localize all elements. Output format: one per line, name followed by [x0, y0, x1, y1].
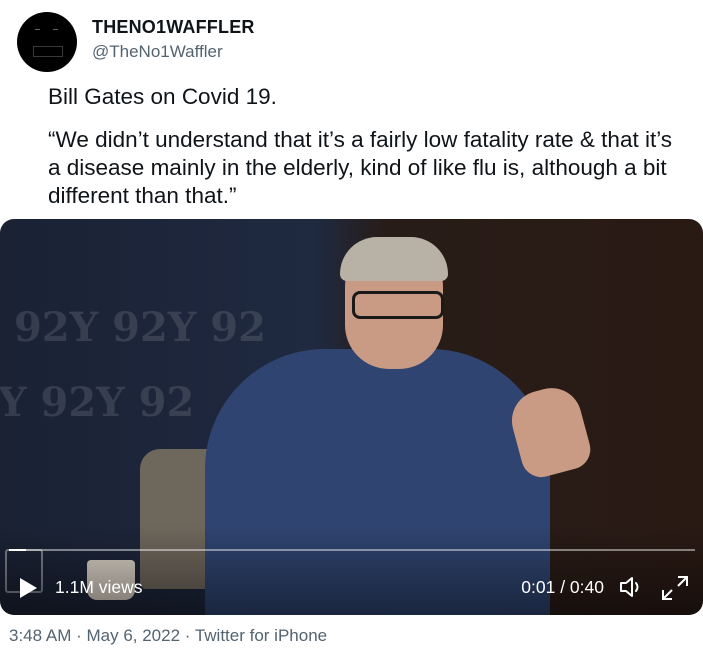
avatar-mark	[53, 29, 58, 33]
video-views: 1.1M views	[55, 577, 143, 597]
video-person-hair	[340, 237, 448, 281]
tweet-quote: “We didn’t understand that it’s a fairly…	[48, 127, 673, 208]
video-watermark: 92Y 92Y 92	[14, 304, 266, 351]
video-person-glasses	[352, 291, 444, 319]
video-time: 0:01 / 0:40	[521, 577, 604, 597]
fullscreen-icon	[662, 576, 688, 600]
video-progress-fill	[9, 549, 27, 551]
tweet-line: Bill Gates on Covid 19.	[48, 84, 277, 109]
author-handle[interactable]: @TheNo1Waffler	[92, 42, 223, 62]
avatar-logo	[33, 46, 63, 57]
avatar-mark	[35, 29, 40, 33]
tweet-text: Bill Gates on Covid 19. “We didn’t under…	[48, 83, 688, 210]
author-display-name[interactable]: THENO1WAFFLER	[92, 17, 255, 38]
play-icon	[20, 578, 37, 598]
video-player[interactable]: 92Y 92Y 92 Y 92Y 92 1.1M views 0:01 / 0:…	[0, 219, 703, 615]
video-watermark: Y 92Y 92	[0, 379, 195, 426]
video-progress-bar[interactable]	[9, 549, 695, 551]
fullscreen-button[interactable]	[660, 574, 690, 602]
volume-button[interactable]	[618, 574, 646, 600]
play-button[interactable]	[18, 577, 38, 599]
avatar[interactable]	[17, 12, 77, 72]
tweet-timestamp[interactable]: 3:48 AM · May 6, 2022 · Twitter for iPho…	[9, 626, 327, 646]
volume-icon	[620, 577, 639, 597]
video-controls-gradient	[0, 525, 703, 615]
